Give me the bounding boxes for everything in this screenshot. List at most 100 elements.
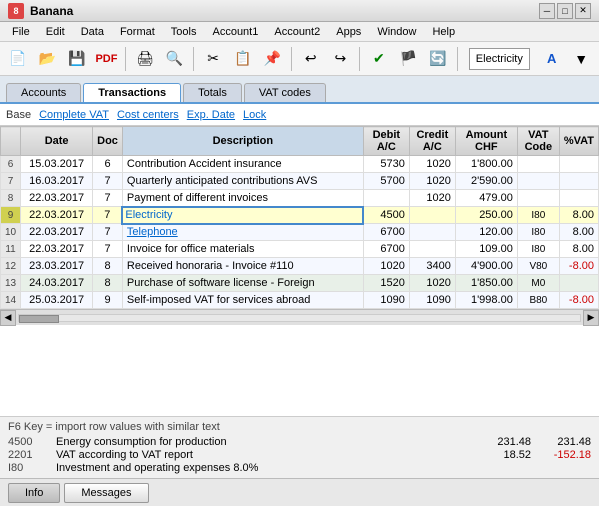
table-row[interactable]: 12 23.03.2017 8 Received honoraria - Inv… [1,258,599,275]
row-desc[interactable]: Invoice for office materials [122,241,363,258]
flag-button[interactable]: 🏴 [395,45,423,73]
tab-transactions[interactable]: Transactions [83,83,181,102]
row-credit[interactable]: 1020 [409,156,455,173]
row-date[interactable]: 22.03.2017 [21,190,93,207]
row-date[interactable]: 22.03.2017 [21,207,93,224]
row-date[interactable]: 16.03.2017 [21,173,93,190]
row-doc[interactable]: 7 [93,241,123,258]
messages-button[interactable]: Messages [64,483,148,503]
row-desc[interactable]: Received honoraria - Invoice #110 [122,258,363,275]
row-date[interactable]: 15.03.2017 [21,156,93,173]
row-desc[interactable]: Self-imposed VAT for services abroad [122,292,363,309]
row-credit[interactable]: 1090 [409,292,455,309]
row-debit[interactable]: 1520 [363,275,409,292]
row-debit[interactable]: 5730 [363,156,409,173]
row-doc[interactable]: 9 [93,292,123,309]
row-vat-code[interactable] [517,190,559,207]
check-button[interactable]: ✔ [365,45,393,73]
menu-account1[interactable]: Account1 [204,24,266,40]
nav-complete-vat[interactable]: Complete VAT [39,109,109,121]
row-vat-code[interactable]: M0 [517,275,559,292]
row-amount[interactable]: 120.00 [455,224,517,241]
refresh-button[interactable]: 🔄 [424,45,452,73]
menu-window[interactable]: Window [369,24,424,40]
menu-apps[interactable]: Apps [328,24,369,40]
table-row[interactable]: 11 22.03.2017 7 Invoice for office mater… [1,241,599,258]
table-row[interactable]: 14 25.03.2017 9 Self-imposed VAT for ser… [1,292,599,309]
row-doc[interactable]: 7 [93,190,123,207]
row-vat-pct[interactable] [559,156,598,173]
row-vat-pct[interactable]: -8.00 [559,292,598,309]
menu-edit[interactable]: Edit [38,24,73,40]
row-date[interactable]: 22.03.2017 [21,241,93,258]
row-doc[interactable]: 7 [93,224,123,241]
row-vat-code[interactable]: B80 [517,292,559,309]
scroll-left-arrow[interactable]: ◀ [0,310,16,326]
row-doc[interactable]: 8 [93,275,123,292]
row-doc[interactable]: 6 [93,156,123,173]
row-desc[interactable]: Purchase of software license - Foreign [122,275,363,292]
row-vat-code[interactable] [517,173,559,190]
nav-cost-centers[interactable]: Cost centers [117,109,179,121]
row-amount[interactable]: 2'590.00 [455,173,517,190]
restore-button[interactable]: □ [557,3,573,19]
row-amount[interactable]: 1'800.00 [455,156,517,173]
new-button[interactable]: 📄 [4,45,32,73]
tab-totals[interactable]: Totals [183,83,242,102]
row-debit[interactable] [363,190,409,207]
table-row[interactable]: 13 24.03.2017 8 Purchase of software lic… [1,275,599,292]
tab-accounts[interactable]: Accounts [6,83,81,102]
undo-button[interactable]: ↩ [297,45,325,73]
menu-tools[interactable]: Tools [163,24,205,40]
font-button[interactable]: A [538,45,566,73]
row-vat-code[interactable]: I80 [517,241,559,258]
scroll-right-arrow[interactable]: ▶ [583,310,599,326]
row-amount[interactable]: 479.00 [455,190,517,207]
more-button[interactable]: ▼ [567,45,595,73]
row-doc[interactable]: 8 [93,258,123,275]
paste-button[interactable]: 📌 [258,45,286,73]
save-button[interactable]: 💾 [63,45,91,73]
row-amount[interactable]: 109.00 [455,241,517,258]
scroll-track[interactable] [18,314,581,322]
nav-exp-date[interactable]: Exp. Date [187,109,235,121]
row-debit[interactable]: 4500 [363,207,409,224]
row-amount[interactable]: 1'850.00 [455,275,517,292]
row-vat-pct[interactable]: -8.00 [559,258,598,275]
menu-format[interactable]: Format [112,24,163,40]
table-row[interactable]: 9 22.03.2017 7 Electricity 4500 250.00 I… [1,207,599,224]
open-button[interactable]: 📂 [34,45,62,73]
row-desc[interactable]: Electricity [122,207,363,224]
row-date[interactable]: 24.03.2017 [21,275,93,292]
row-debit[interactable]: 6700 [363,241,409,258]
row-amount[interactable]: 250.00 [455,207,517,224]
menu-file[interactable]: File [4,24,38,40]
row-doc[interactable]: 7 [93,207,123,224]
row-doc[interactable]: 7 [93,173,123,190]
row-credit[interactable]: 1020 [409,190,455,207]
row-vat-pct[interactable]: 8.00 [559,241,598,258]
menu-account2[interactable]: Account2 [266,24,328,40]
tab-vat-codes[interactable]: VAT codes [244,83,326,102]
row-debit[interactable]: 6700 [363,224,409,241]
row-desc[interactable]: Contribution Accident insurance [122,156,363,173]
info-button[interactable]: Info [8,483,60,503]
row-vat-pct[interactable] [559,275,598,292]
row-date[interactable]: 25.03.2017 [21,292,93,309]
table-row[interactable]: 10 22.03.2017 7 Telephone 6700 120.00 I8… [1,224,599,241]
row-vat-pct[interactable] [559,190,598,207]
copy-button[interactable]: 📋 [229,45,257,73]
row-credit[interactable] [409,207,455,224]
row-debit[interactable]: 5700 [363,173,409,190]
row-vat-code[interactable]: I80 [517,224,559,241]
redo-button[interactable]: ↪ [327,45,355,73]
print-button[interactable]: 🖨 [131,45,159,73]
row-debit[interactable]: 1090 [363,292,409,309]
menu-data[interactable]: Data [73,24,112,40]
table-container[interactable]: Date Doc Description DebitA/C CreditA/C … [0,126,599,416]
minimize-button[interactable]: ─ [539,3,555,19]
row-vat-pct[interactable]: 8.00 [559,224,598,241]
nav-lock[interactable]: Lock [243,109,266,121]
close-button[interactable]: ✕ [575,3,591,19]
row-credit[interactable]: 1020 [409,275,455,292]
